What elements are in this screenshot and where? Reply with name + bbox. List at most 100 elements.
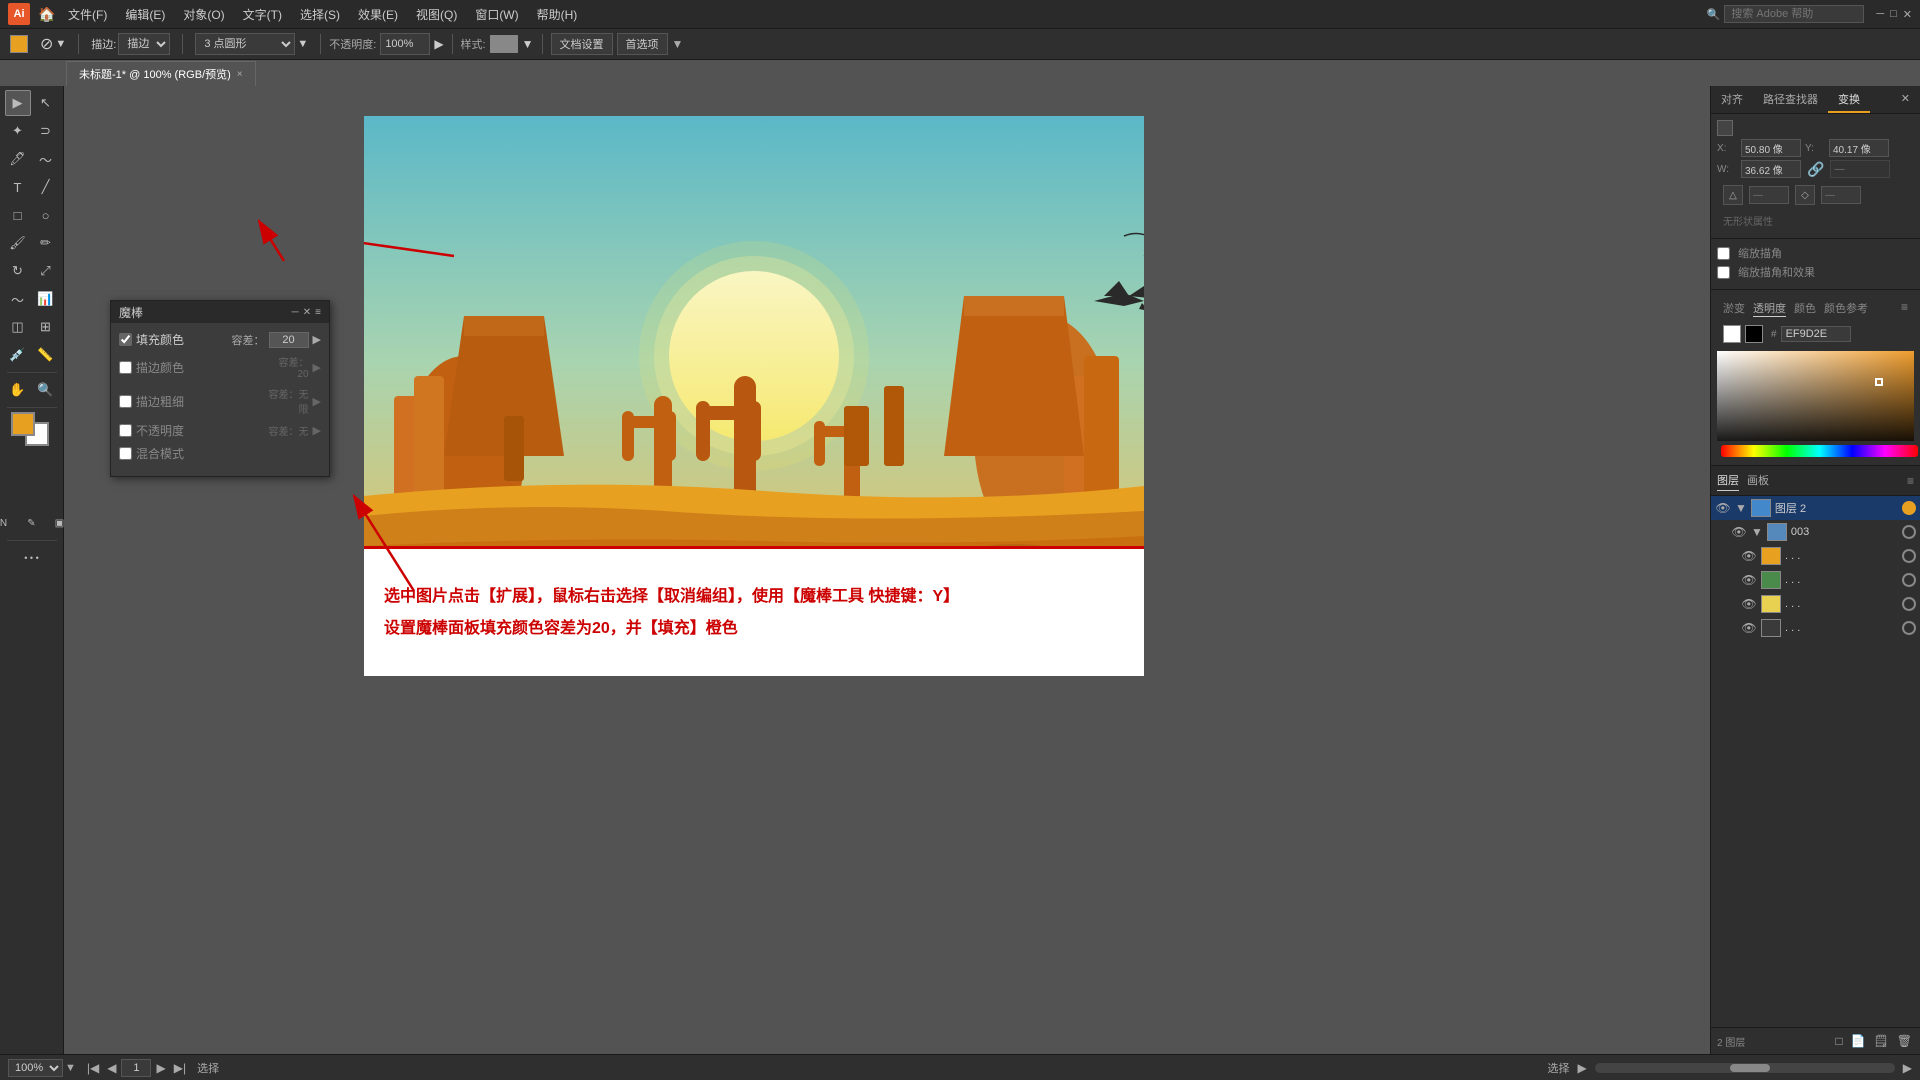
menu-help[interactable]: 帮助(H) (529, 4, 586, 25)
fill-color-checkbox[interactable] (119, 333, 132, 346)
menu-edit[interactable]: 编辑(E) (117, 4, 173, 25)
bar-chart-tool[interactable]: 📊 (33, 286, 59, 312)
color-guide-tab[interactable]: 颜色参考 (1824, 300, 1868, 317)
brush-type-select[interactable]: 3 点圆形 ▼ (191, 31, 312, 57)
color-swatch-tab[interactable]: 淤变 (1723, 300, 1745, 317)
tab-transform[interactable]: 变换 (1828, 86, 1870, 113)
fill-tolerance-input[interactable]: 20 (269, 332, 309, 348)
make-layer-mask-btn[interactable]: □ (1833, 1032, 1844, 1050)
panel-menu-btn[interactable]: ≡ (315, 307, 321, 318)
document-tab[interactable]: 未标题-1* @ 100% (RGB/预览) × (66, 61, 256, 86)
layer-orange-visibility[interactable]: 👁 (1741, 549, 1757, 563)
pencil-tool[interactable]: ✏ (33, 230, 59, 256)
layer-003-target[interactable] (1902, 525, 1916, 539)
menu-window[interactable]: 窗口(W) (467, 4, 526, 25)
layer-2-expand[interactable]: ▼ (1735, 501, 1747, 515)
layer-orange-target[interactable] (1902, 549, 1916, 563)
fill-color-box[interactable] (10, 35, 28, 53)
w-input[interactable] (1741, 160, 1801, 178)
pen-tool[interactable]: 🖊 (5, 146, 31, 172)
stroke-color-checkbox[interactable] (119, 361, 132, 374)
layers-menu-btn[interactable]: ≡ (1907, 474, 1914, 488)
y-input[interactable] (1829, 139, 1889, 157)
layer-2-target[interactable] (1902, 501, 1916, 515)
eyedropper-tool[interactable]: 💉 (5, 342, 31, 368)
color-tab[interactable]: 颜色 (1794, 300, 1816, 317)
rectangle-tool[interactable]: □ (5, 202, 31, 228)
close-rpanel-btn[interactable]: ✕ (1891, 86, 1920, 113)
measure-tool[interactable]: 📏 (33, 342, 59, 368)
screen-mode-btn[interactable]: ▣ (47, 510, 73, 536)
horizontal-scrollbar[interactable] (1595, 1063, 1895, 1073)
blend-mode-checkbox[interactable] (119, 447, 132, 460)
zoom-tool[interactable]: 🔍 (33, 377, 59, 403)
prev-page-btn[interactable]: ◀ (104, 1061, 119, 1075)
angle-input[interactable] (1749, 186, 1789, 204)
lasso-tool[interactable]: ⊃ (33, 118, 59, 144)
direct-selection-tool[interactable]: ↖ (33, 90, 59, 116)
scale-effects-checkbox[interactable] (1717, 266, 1730, 279)
hue-slider[interactable] (1721, 445, 1918, 457)
zoom-control[interactable]: 100% ▼ (8, 1059, 76, 1077)
doc-setup-button[interactable]: 文档设置 (551, 33, 613, 55)
text-tool[interactable]: T (5, 174, 31, 200)
more-tools-btn[interactable]: • • • (19, 545, 45, 571)
scale-tool[interactable]: ⤢ (33, 258, 59, 284)
minimize-icon[interactable]: ─ (1876, 8, 1884, 21)
hand-tool[interactable]: ✋ (5, 377, 31, 403)
fill-arrow-icon[interactable]: ▶ (313, 333, 321, 346)
tab-close-button[interactable]: × (237, 69, 243, 80)
menu-view[interactable]: 视图(Q) (408, 4, 465, 25)
layer-dark-target[interactable] (1902, 621, 1916, 635)
layer-green-visibility[interactable]: 👁 (1741, 573, 1757, 587)
style-color-box[interactable] (490, 35, 518, 53)
color-picker-gradient[interactable] (1717, 351, 1914, 441)
white-swatch[interactable] (1723, 325, 1741, 343)
restore-icon[interactable]: □ (1890, 8, 1897, 21)
rotate-tool[interactable]: ↻ (5, 258, 31, 284)
layer-green-target[interactable] (1902, 573, 1916, 587)
stroke-width-checkbox[interactable] (119, 395, 132, 408)
stroke-width-arrow[interactable]: ▶ (313, 395, 321, 408)
layer-dark-row[interactable]: 👁 . . . (1711, 616, 1920, 640)
normal-mode-btn[interactable]: N (0, 510, 17, 536)
close-icon[interactable]: ✕ (1903, 8, 1912, 21)
selection-tool[interactable]: ▶ (5, 90, 31, 116)
scale-strokes-checkbox[interactable] (1717, 247, 1730, 260)
page-number-input[interactable] (121, 1059, 151, 1077)
new-sublayer-btn[interactable]: 📄 (1849, 1032, 1868, 1050)
panel-minimize-btn[interactable]: ─ (292, 307, 299, 318)
delete-layer-btn[interactable]: 🗑 (1895, 1032, 1914, 1050)
scroll-right-arrow[interactable]: ▶ (1903, 1061, 1912, 1075)
layer-yellow-row[interactable]: 👁 . . . (1711, 592, 1920, 616)
layers-tab[interactable]: 图层 (1717, 470, 1739, 491)
layer-2-visibility[interactable]: 👁 (1715, 501, 1731, 515)
opacity-checkbox[interactable] (119, 424, 132, 437)
ellipse-tool[interactable]: ○ (33, 202, 59, 228)
preferences-button[interactable]: 首选项 (617, 33, 668, 55)
warp-tool[interactable]: 〜 (5, 286, 31, 312)
next-page-btn[interactable]: ▶ (153, 1061, 168, 1075)
layer-yellow-visibility[interactable]: 👁 (1741, 597, 1757, 611)
artboard-tab[interactable]: 画板 (1747, 470, 1769, 491)
x-input[interactable] (1741, 139, 1801, 157)
layer-003-row[interactable]: 👁 ▼ 003 (1711, 520, 1920, 544)
menu-file[interactable]: 文件(F) (60, 4, 115, 25)
tab-pathfinder[interactable]: 路径查找器 (1753, 86, 1828, 113)
gradient-tool[interactable]: ◫ (5, 314, 31, 340)
foreground-color-swatch[interactable] (11, 412, 35, 436)
menu-effect[interactable]: 效果(E) (350, 4, 406, 25)
layer-green-row[interactable]: 👁 . . . (1711, 568, 1920, 592)
layer-2-row[interactable]: 👁 ▼ 图层 2 (1711, 496, 1920, 520)
magic-wand-tool[interactable]: ✦ (5, 118, 31, 144)
black-swatch[interactable] (1745, 325, 1763, 343)
mesh-tool[interactable]: ⊞ (33, 314, 59, 340)
home-icon[interactable]: 🏠 (36, 3, 58, 25)
menu-select[interactable]: 选择(S) (292, 4, 348, 25)
layer-003-visibility[interactable]: 👁 (1731, 525, 1747, 539)
stroke-style-dropdown[interactable]: 描边 (118, 33, 170, 55)
layer-yellow-target[interactable] (1902, 597, 1916, 611)
brush-style-select[interactable]: 描边: 描边 (87, 31, 174, 57)
layer-dark-visibility[interactable]: 👁 (1741, 621, 1757, 635)
brush-type-dropdown[interactable]: 3 点圆形 (195, 33, 295, 55)
